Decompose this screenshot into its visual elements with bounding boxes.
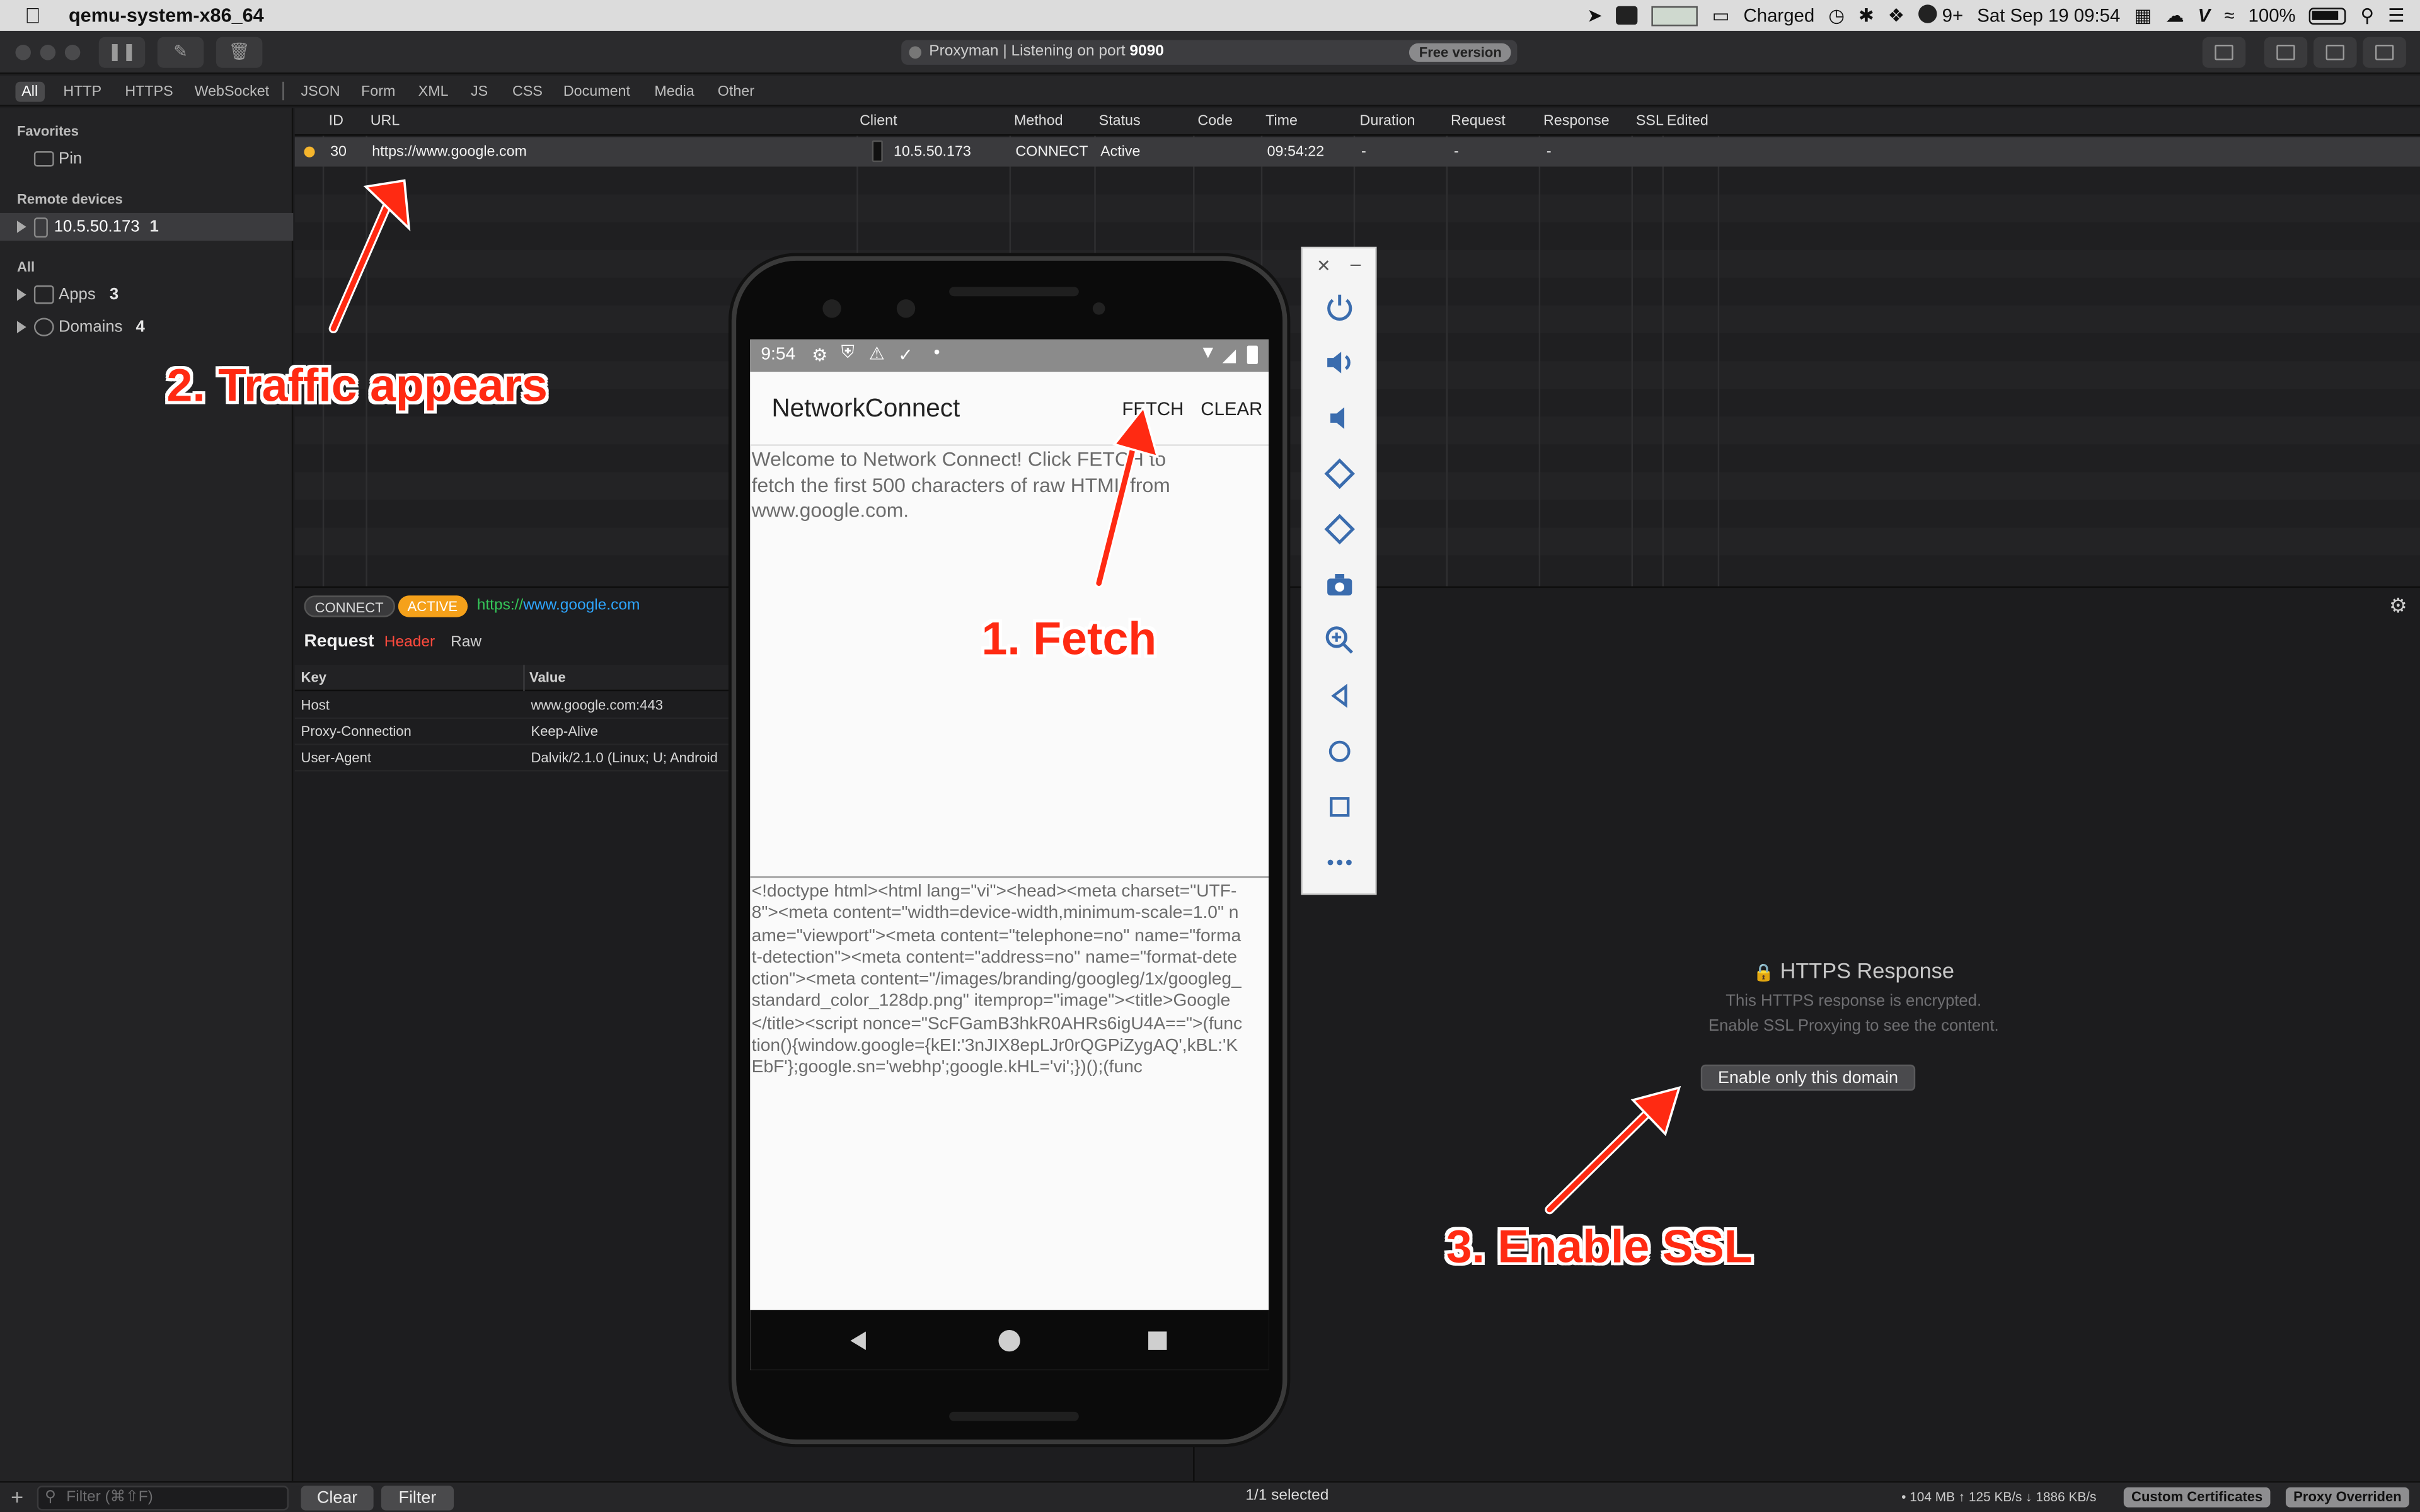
annotation-enable-ssl: 3. Enable SSL bbox=[1446, 1222, 1753, 1273]
annotation-arrows bbox=[328, 179, 1681, 1215]
arrow-to-fetch bbox=[1094, 404, 1160, 588]
arrow-to-traffic bbox=[328, 179, 411, 333]
arrow-to-enable-ssl bbox=[1545, 1085, 1681, 1215]
annotation-fetch: 1. Fetch bbox=[981, 614, 1157, 665]
annotation-traffic-appears: 2. Traffic appears bbox=[166, 361, 548, 412]
